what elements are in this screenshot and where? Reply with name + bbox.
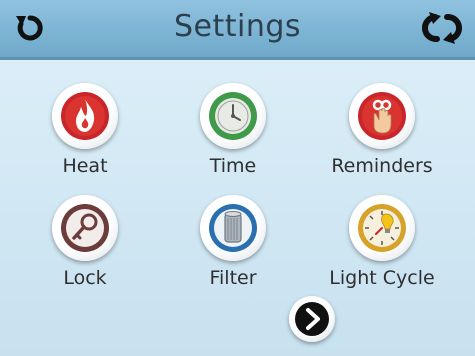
light-cycle-button[interactable] [349,195,415,261]
tile-label: Reminders [331,155,433,177]
tile-heat[interactable]: Heat [15,83,155,177]
tile-filter[interactable]: Filter [163,195,303,289]
next-page-button[interactable] [289,296,335,342]
lock-button[interactable] [52,195,118,261]
page-title: Settings [173,9,302,44]
settings-grid: Heat Time Reminders Lock Filter Light Cy… [0,60,475,356]
tile-label: Light Cycle [329,267,435,289]
tile-lock[interactable]: Lock [15,195,155,289]
reminders-button[interactable] [349,83,415,149]
header-bar: Settings [0,0,475,60]
tile-light-cycle[interactable]: Light Cycle [312,195,452,289]
filter-cartridge-icon [209,204,257,252]
reminder-hand-icon [358,92,406,140]
time-button[interactable] [200,83,266,149]
flame-icon [61,92,109,140]
light-cycle-icon [358,204,406,252]
key-icon [61,204,109,252]
tile-time[interactable]: Time [163,83,303,177]
tile-label: Time [209,155,257,177]
refresh-icon[interactable] [419,10,465,46]
clock-icon [209,92,257,140]
settings-screen: Settings Heat Time Reminders Lock Filter… [0,0,475,356]
heat-button[interactable] [52,83,118,149]
tile-reminders[interactable]: Reminders [312,83,452,177]
tile-label: Heat [62,155,108,177]
filter-button[interactable] [200,195,266,261]
tile-label: Lock [63,267,107,289]
chevron-right-icon [295,302,329,336]
tile-label: Filter [209,267,257,289]
